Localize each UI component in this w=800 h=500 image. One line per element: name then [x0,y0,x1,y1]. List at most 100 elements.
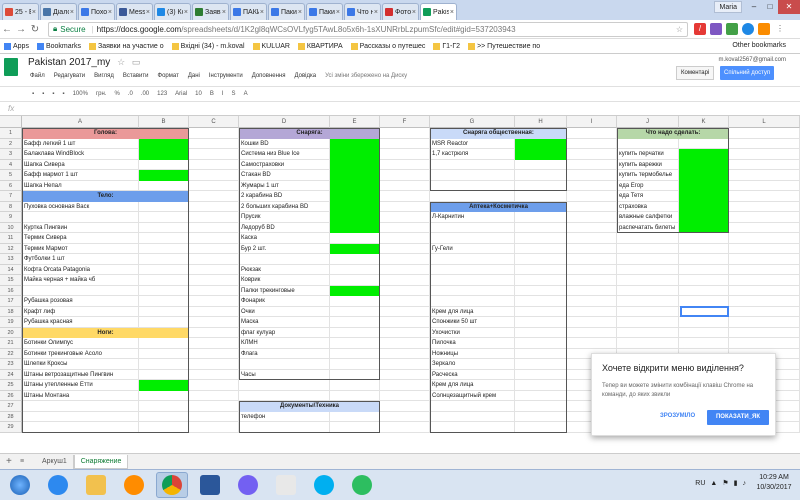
grid-cell[interactable] [430,285,515,296]
extension-icon[interactable] [726,23,738,35]
grid-cell[interactable] [729,264,800,275]
row-header[interactable]: 27 [0,401,22,412]
grid-cell[interactable] [139,264,189,275]
grid-cell[interactable] [139,411,189,422]
grid-cell[interactable] [189,212,239,223]
row-header[interactable]: 1 [0,128,22,139]
grid-cell[interactable] [139,254,189,265]
grid-cell[interactable] [330,348,380,359]
grid-cell[interactable] [189,138,239,149]
grid-cell[interactable] [139,233,189,244]
grid-cell[interactable] [189,348,239,359]
grid-cell[interactable] [567,264,617,275]
grid-cell[interactable] [239,359,330,370]
grid-cell[interactable] [189,149,239,160]
selected-cell[interactable] [680,306,729,317]
grid-cell[interactable] [567,285,617,296]
grid-cell[interactable] [729,191,800,202]
grid-cell[interactable] [380,359,430,370]
grid-cell[interactable] [515,401,567,412]
row-header[interactable]: 9 [0,212,22,223]
redo-icon[interactable]: ▪ [52,91,54,97]
grid-cell[interactable] [189,222,239,233]
row-header[interactable]: 10 [0,222,22,233]
row-header[interactable]: 2 [0,138,22,149]
grid-cell[interactable] [729,254,800,265]
toolbar-item[interactable]: .0 [128,91,133,97]
grid-cell[interactable] [515,359,567,370]
grid-cell[interactable] [679,285,729,296]
bookmark-item[interactable]: Apps [4,42,29,50]
grid-cell[interactable] [330,338,380,349]
grid-cell[interactable] [515,285,567,296]
column-header[interactable]: G [430,116,515,128]
grid-cell[interactable] [330,390,380,401]
grid-cell[interactable] [189,411,239,422]
viber-icon[interactable] [232,472,264,498]
grid-cell[interactable] [330,275,380,286]
grid-cell[interactable] [617,264,679,275]
grid-cell[interactable] [430,222,515,233]
grid-cell[interactable] [617,285,679,296]
grid-cell[interactable] [189,201,239,212]
grid-cell[interactable] [330,380,380,391]
forward-icon[interactable]: → [14,24,28,35]
row-header[interactable]: 14 [0,264,22,275]
grid-cell[interactable] [567,243,617,254]
row-header[interactable]: 7 [0,191,22,202]
grid-cell[interactable] [430,159,515,170]
grid-cell[interactable] [617,243,679,254]
url-input[interactable]: 🔒︎ Secure | https://docs.google.com /spr… [48,21,688,37]
grid-cell[interactable] [679,243,729,254]
menu-item[interactable]: Доповнення [252,73,286,79]
grid-cell[interactable] [139,338,189,349]
grid-cell[interactable] [330,306,380,317]
column-header[interactable]: J [617,116,679,128]
grid-cell[interactable] [139,275,189,286]
grid-cell[interactable] [239,422,330,433]
row-header[interactable]: 13 [0,254,22,265]
grid-cell[interactable] [617,275,679,286]
row-header[interactable]: 22 [0,348,22,359]
bookmark-item[interactable]: Г1-Г2 [433,42,460,50]
tab-close-icon[interactable]: × [146,9,150,16]
grid-cell[interactable] [139,296,189,307]
tab-close-icon[interactable]: × [450,9,454,16]
grid-cell[interactable] [567,149,617,160]
grid-cell[interactable] [515,317,567,328]
grid-cell[interactable] [729,159,800,170]
language-indicator[interactable]: RU [695,480,705,487]
grid-cell[interactable] [380,369,430,380]
extension-icon[interactable] [742,23,754,35]
tab-close-icon[interactable]: × [298,9,302,16]
grid-cell[interactable] [567,128,617,139]
menu-item[interactable]: Вставити [123,73,149,79]
toolbar-item[interactable]: 123 [157,91,167,97]
profile-button[interactable]: Maria [714,1,742,13]
row-header[interactable]: 15 [0,275,22,286]
grid-cell[interactable] [729,138,800,149]
grid-cell[interactable] [515,411,567,422]
grid-cell[interactable] [430,275,515,286]
word-icon[interactable] [194,472,226,498]
grid-cell[interactable] [515,191,567,202]
grid-cell[interactable] [515,338,567,349]
grid-cell[interactable] [729,180,800,191]
grid-cell[interactable] [729,317,800,328]
grid-cell[interactable] [617,296,679,307]
grid-cell[interactable] [515,243,567,254]
row-header[interactable]: 16 [0,285,22,296]
row-header[interactable]: 23 [0,359,22,370]
menu-item[interactable]: Формат [158,73,179,79]
grid-cell[interactable] [430,264,515,275]
grid-cell[interactable] [330,422,380,433]
browser-tab[interactable]: Паки × [268,3,305,20]
bookmark-item[interactable]: Вхідні (34) - m.koval [171,42,245,50]
grid-cell[interactable] [189,380,239,391]
grid-cell[interactable] [430,401,515,412]
grid-cell[interactable] [330,359,380,370]
column-header[interactable]: F [380,116,430,128]
grid-cell[interactable] [430,180,515,191]
row-header[interactable]: 3 [0,149,22,160]
paint-icon[interactable] [270,472,302,498]
